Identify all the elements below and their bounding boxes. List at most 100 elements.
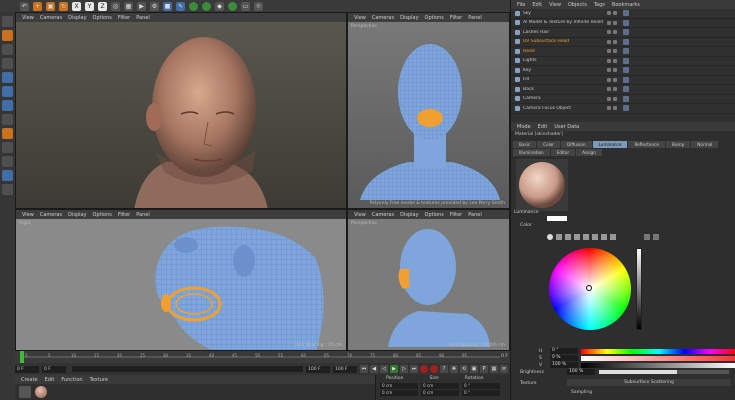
coord-y-size[interactable]: 0 cm	[421, 390, 459, 396]
menu-view[interactable]: View	[22, 212, 34, 218]
end-frame-field[interactable]: 100 F	[306, 365, 330, 373]
spectrum-mode-icon[interactable]	[556, 234, 562, 240]
menu-filter[interactable]: Filter	[450, 15, 462, 21]
menu-filter[interactable]: Filter	[118, 212, 130, 218]
light-icon[interactable]: ☼	[254, 1, 263, 11]
object-row[interactable]: Fill	[511, 76, 735, 85]
object-tags[interactable]	[623, 38, 629, 45]
viewport-render[interactable]: View Cameras Display Options Filter Pane…	[15, 12, 347, 209]
menu-objects[interactable]: Objects	[568, 2, 587, 8]
menu-user-data[interactable]: User Data	[554, 124, 579, 130]
workplane-icon[interactable]	[2, 58, 13, 69]
brightness-slider[interactable]	[599, 370, 729, 374]
previous-key-icon[interactable]: ◀	[370, 365, 378, 373]
slider-value[interactable]: 0 %	[550, 355, 578, 361]
object-tags[interactable]	[623, 57, 629, 64]
menu-display[interactable]: Display	[68, 212, 86, 218]
cloner-icon[interactable]	[202, 1, 211, 11]
subsurface-button[interactable]: Subsurface Scattering	[567, 379, 731, 386]
points-mode-icon[interactable]	[2, 72, 13, 83]
visibility-toggles[interactable]	[607, 39, 617, 44]
slider-bar[interactable]	[581, 362, 735, 368]
material-tab[interactable]: Normal	[691, 141, 719, 148]
menu-create[interactable]: Create	[21, 377, 38, 383]
material-tab[interactable]: Assign	[576, 149, 602, 156]
material-tab[interactable]: Bump	[666, 141, 691, 148]
key-param-icon[interactable]: P	[480, 365, 488, 373]
visibility-toggles[interactable]	[607, 30, 617, 35]
brightness-field[interactable]: 100 %	[567, 369, 595, 375]
visibility-toggles[interactable]	[607, 96, 617, 101]
coord-x-size[interactable]: 0 cm	[421, 383, 459, 389]
paint-icon[interactable]	[2, 184, 13, 195]
timeline-playhead[interactable]	[20, 351, 24, 363]
menu-mode[interactable]: Mode	[517, 124, 531, 130]
slider-value[interactable]: 0 °	[550, 348, 578, 354]
make-editable-icon[interactable]	[2, 16, 13, 27]
max-frame-field[interactable]: 100 F	[333, 365, 357, 373]
eyedropper-icon[interactable]	[644, 234, 650, 240]
material-thumbnail-1[interactable]	[19, 386, 31, 398]
record-icon[interactable]	[420, 365, 428, 373]
menu-display[interactable]: Display	[400, 15, 418, 21]
start-frame-field[interactable]: 0 F	[15, 365, 39, 373]
z-axis-button[interactable]: Z	[98, 1, 107, 11]
render-settings-icon[interactable]: ⚙	[150, 1, 159, 11]
key-pla-icon[interactable]: ▦	[490, 365, 498, 373]
menu-file[interactable]: File	[517, 2, 525, 8]
object-tags[interactable]	[623, 48, 629, 55]
menu-cameras[interactable]: Cameras	[372, 15, 394, 21]
object-row[interactable]: Sky	[511, 9, 735, 19]
x-axis-button[interactable]: X	[72, 1, 81, 11]
menu-view[interactable]: View	[549, 2, 561, 8]
undo-icon[interactable]: ↶	[20, 1, 29, 11]
menu-bookmarks[interactable]: Bookmarks	[612, 2, 640, 8]
menu-function[interactable]: Function	[61, 377, 82, 383]
texture-mode-icon[interactable]	[2, 44, 13, 55]
slider-bar[interactable]	[581, 355, 735, 361]
object-row[interactable]: Lashes Hair	[511, 28, 735, 38]
menu-cameras[interactable]: Cameras	[372, 212, 394, 218]
menu-options[interactable]: Options	[425, 15, 444, 21]
pen-icon[interactable]: ✎	[176, 1, 185, 11]
object-tags[interactable]	[623, 10, 629, 17]
visibility-toggles[interactable]	[607, 106, 617, 111]
kelvin-mode-icon[interactable]	[592, 234, 598, 240]
object-row[interactable]: Al Model & Texture by Infinite Realities	[511, 19, 735, 28]
rotate-icon[interactable]: ↻	[59, 1, 68, 11]
material-tab[interactable]: Basic	[513, 141, 537, 148]
rgb-mode-icon[interactable]	[574, 234, 580, 240]
axis-mode-icon[interactable]	[2, 114, 13, 125]
visibility-toggles[interactable]	[607, 20, 617, 25]
options-icon[interactable]	[653, 234, 659, 240]
menu-panel[interactable]: Panel	[136, 212, 150, 218]
value-strip[interactable]	[636, 248, 642, 330]
render-region-icon[interactable]: ▦	[124, 1, 133, 11]
camera-icon[interactable]: ▭	[241, 1, 250, 11]
render-view-icon[interactable]: ▶	[137, 1, 146, 11]
scene-icon[interactable]	[228, 1, 237, 11]
visibility-toggles[interactable]	[607, 58, 617, 63]
hsv-mode-icon[interactable]	[583, 234, 589, 240]
menu-cameras[interactable]: Cameras	[40, 15, 62, 21]
coord-x-rotation[interactable]: 0 °	[462, 383, 500, 389]
key-position-icon[interactable]: ✥	[450, 365, 458, 373]
coord-y-rotation[interactable]: 0 °	[462, 390, 500, 396]
object-row[interactable]: Back	[511, 85, 735, 95]
key-rotation-icon[interactable]: ⟲	[460, 365, 468, 373]
material-tab[interactable]: Luminance	[592, 141, 628, 148]
lock-icon[interactable]	[2, 142, 13, 153]
subdivision-icon[interactable]	[189, 1, 198, 11]
coord-system-icon[interactable]: ◎	[111, 1, 120, 11]
swatches-mode-icon[interactable]	[610, 234, 616, 240]
menu-view[interactable]: View	[22, 15, 34, 21]
preview-range-bar[interactable]	[72, 366, 303, 372]
object-row[interactable]: Key	[511, 66, 735, 76]
menu-view[interactable]: View	[354, 212, 366, 218]
viewport-right[interactable]: View Cameras Display Options Filter Pane…	[15, 209, 347, 351]
magnet-icon[interactable]	[2, 156, 13, 167]
material-thumbnail-2[interactable]	[35, 386, 47, 398]
menu-display[interactable]: Display	[400, 212, 418, 218]
previous-frame-icon[interactable]: ◁	[380, 365, 388, 373]
viewport-perspective-top[interactable]: View Cameras Display Options Filter Pane…	[347, 12, 510, 209]
